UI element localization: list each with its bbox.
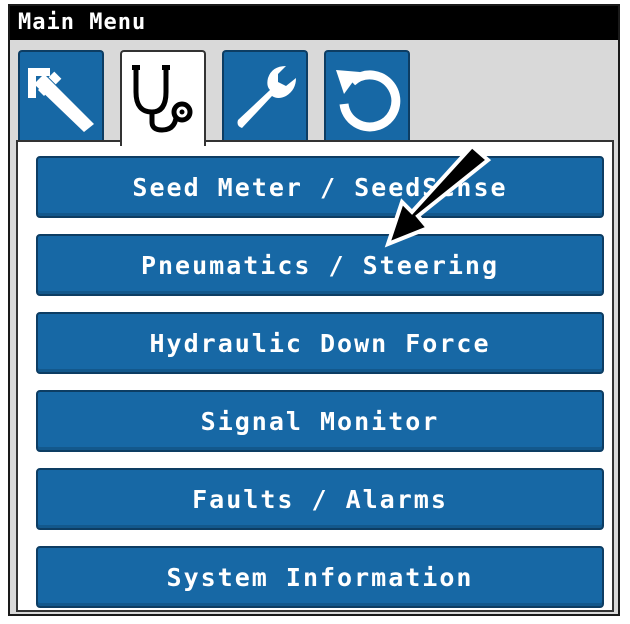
refresh-icon [336,70,401,132]
system-information-button[interactable]: System Information [36,546,604,608]
seed-meter-button[interactable]: Seed Meter / SeedSense [36,156,604,218]
pneumatics-steering-button[interactable]: Pneumatics / Steering [36,234,604,296]
menu-panel: Seed Meter / SeedSense Pneumatics / Stee… [16,140,614,612]
tab-diagnostics[interactable] [120,50,206,146]
callout-arrow-icon [384,143,492,248]
hydraulic-down-force-button[interactable]: Hydraulic Down Force [36,312,604,374]
faults-alarms-button[interactable]: Faults / Alarms [36,468,604,530]
tab-reset[interactable] [324,50,410,142]
main-menu-window: Main Menu Seed Meter / SeedSense Pneumat… [8,4,620,616]
caliper-icon [28,68,94,132]
signal-monitor-button[interactable]: Signal Monitor [36,390,604,452]
tab-calibration[interactable] [18,50,104,142]
window-title: Main Menu [10,6,618,40]
wrench-icon [237,66,296,128]
stethoscope-icon [132,65,193,133]
tab-setup[interactable] [222,50,308,142]
